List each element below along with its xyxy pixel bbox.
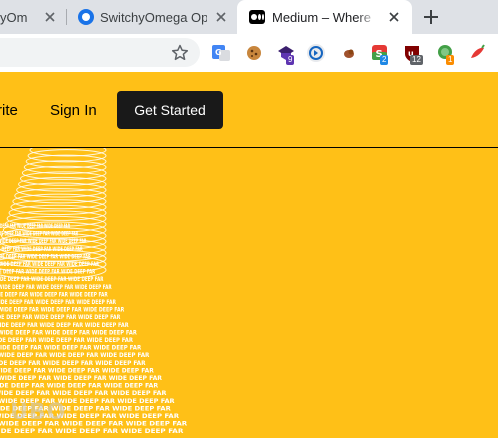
bookmark-extension-icon[interactable]	[338, 42, 360, 64]
extension-badge: 12	[410, 55, 423, 65]
art-text-row: WIDE DEEP FAR WIDE DEEP FAR WIDE DEEP FA…	[0, 223, 70, 230]
medium-favicon-icon	[249, 10, 265, 24]
new-tab-plus-icon[interactable]	[422, 8, 440, 26]
script-extension-icon[interactable]: S 2	[369, 42, 391, 65]
art-text-row: WIDE DEEP FAR WIDE DEEP FAR WIDE DEEP FA…	[0, 322, 129, 329]
tab-strip: yOm SwitchyOmega Op Medium – Where	[0, 0, 498, 34]
art-text-row: WIDE DEEP FAR WIDE DEEP FAR WIDE DEEP FA…	[0, 276, 104, 283]
close-tab-icon[interactable]	[214, 10, 228, 24]
art-text-row: WIDE DEEP FAR WIDE DEEP FAR WIDE DEEP FA…	[0, 352, 150, 359]
art-text-row: WIDE DEEP FAR WIDE DEEP FAR WIDE DEEP FA…	[0, 367, 154, 374]
art-text-row: WIDE DEEP FAR WIDE DEEP FAR WIDE DEEP FA…	[0, 231, 78, 238]
extension-badge: 9	[286, 55, 295, 65]
art-text-row: WIDE DEEP FAR WIDE DEEP FAR WIDE DEEP FA…	[0, 383, 159, 390]
tab-switchyomega-1[interactable]: yOm	[0, 0, 66, 34]
art-text-row: WIDE DEEP FAR WIDE DEEP FAR WIDE DEEP FA…	[0, 291, 108, 298]
close-tab-icon[interactable]	[43, 10, 57, 24]
art-text-row: WIDE DEEP FAR WIDE DEEP FAR WIDE DEEP FA…	[0, 360, 146, 367]
watermark-logo: UBO	[10, 400, 67, 425]
switchyomega-favicon-icon	[78, 9, 94, 25]
art-text-row: WIDE DEEP FAR WIDE DEEP FAR WIDE DEEP FA…	[0, 428, 184, 435]
art-text-row: WIDE DEEP FAR WIDE DEEP FAR WIDE DEEP FA…	[0, 261, 99, 268]
tab-title: yOm	[0, 10, 28, 25]
circle-extension-icon[interactable]	[305, 42, 327, 64]
cookie-icon[interactable]	[243, 42, 265, 64]
art-text-row: WIDE DEEP FAR WIDE DEEP FAR WIDE DEEP FA…	[0, 314, 121, 321]
art-text-row: WIDE DEEP FAR WIDE DEEP FAR WIDE DEEP FA…	[0, 238, 87, 245]
art-text-row: WIDE DEEP FAR WIDE DEEP FAR WIDE DEEP FA…	[0, 329, 137, 336]
medium-page: rite Sign In Get Started WIDE DEEP FAR W…	[0, 72, 498, 438]
art-text-row: WIDE DEEP FAR WIDE DEEP FAR WIDE DEEP FA…	[0, 390, 167, 397]
art-text-row: WIDE DEEP FAR WIDE DEEP FAR WIDE DEEP FA…	[0, 299, 116, 306]
chili-extension-icon[interactable]	[466, 42, 488, 64]
tab-switchyomega-2[interactable]: SwitchyOmega Op	[66, 0, 237, 34]
bookmark-star-icon[interactable]	[170, 43, 190, 63]
close-tab-icon[interactable]	[387, 10, 401, 24]
green-dot-extension-icon[interactable]: 1	[435, 42, 457, 65]
art-text-row: WIDE DEEP FAR WIDE DEEP FAR WIDE DEEP FA…	[0, 345, 142, 352]
art-text-row: WIDE DEEP FAR WIDE DEEP FAR WIDE DEEP FA…	[0, 269, 95, 276]
svg-text:G: G	[215, 48, 222, 57]
tab-medium-active[interactable]: Medium – Where	[237, 0, 412, 34]
extension-badge: 2	[380, 55, 389, 65]
tab-title: SwitchyOmega Op	[100, 10, 207, 25]
hero-typographic-art: WIDE DEEP FAR WIDE DEEP FAR WIDE DEEP FA…	[0, 148, 188, 435]
sign-in-link[interactable]: Sign In	[50, 102, 97, 119]
art-text-row: WIDE DEEP FAR WIDE DEEP FAR WIDE DEEP FA…	[0, 253, 91, 260]
browser-toolbar: G 9 S 2 u 12 1	[0, 34, 498, 72]
page-header: rite Sign In Get Started	[0, 72, 498, 148]
art-text-row: WIDE DEEP FAR WIDE DEEP FAR WIDE DEEP FA…	[0, 284, 112, 291]
art-text-row: WIDE DEEP FAR WIDE DEEP FAR WIDE DEEP FA…	[0, 375, 162, 382]
art-text-row: WIDE DEEP FAR WIDE DEEP FAR WIDE DEEP FA…	[0, 337, 133, 344]
google-translate-icon[interactable]: G	[210, 42, 232, 64]
get-started-button[interactable]: Get Started	[117, 91, 223, 129]
ublock-icon[interactable]: u 12	[401, 42, 423, 65]
art-text-row: WIDE DEEP FAR WIDE DEEP FAR WIDE DEEP FA…	[0, 307, 124, 314]
write-link[interactable]: rite	[0, 102, 18, 119]
extension-badge: 1	[446, 55, 455, 65]
shield-extension-icon[interactable]: 9	[275, 42, 297, 65]
art-text-row: WIDE DEEP FAR WIDE DEEP FAR WIDE DEEP FA…	[0, 246, 83, 253]
